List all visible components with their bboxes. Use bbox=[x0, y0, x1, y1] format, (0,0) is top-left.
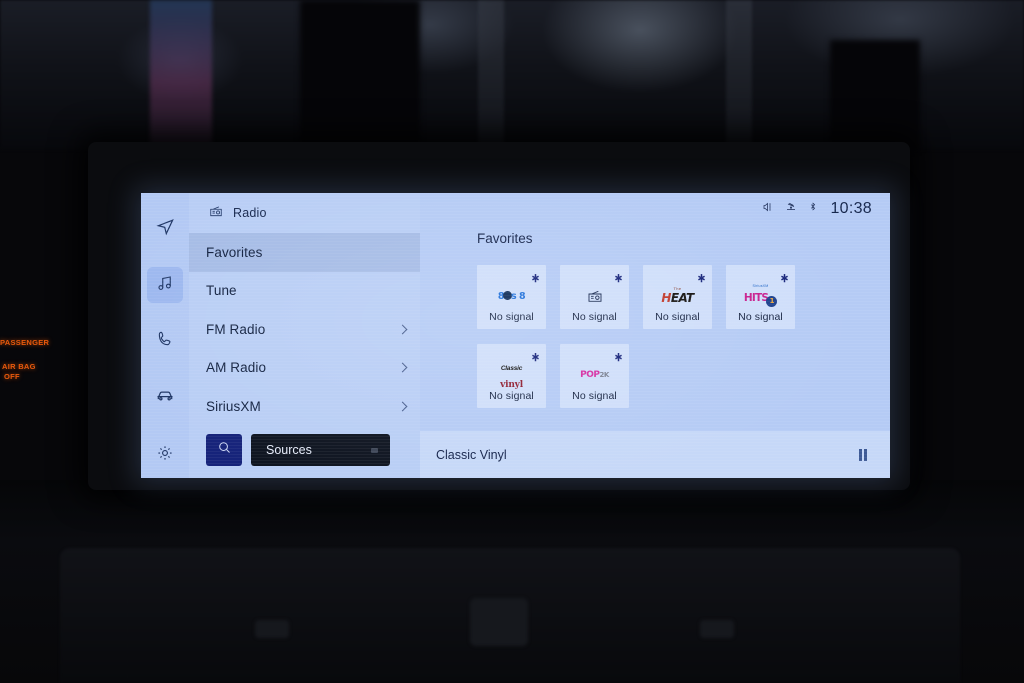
tile-status: No signal bbox=[655, 311, 700, 323]
menu-item-fm-radio[interactable]: FM Radio bbox=[189, 310, 420, 349]
menu-item-favorites[interactable]: Favorites bbox=[189, 233, 420, 272]
background-banner bbox=[150, 0, 212, 150]
favorites-grid[interactable]: 8s 8 No signal No signal The HEAT No sig… bbox=[477, 265, 817, 421]
menu-item-label: AM Radio bbox=[206, 360, 267, 376]
search-icon bbox=[217, 440, 232, 460]
tile-status: No signal bbox=[489, 311, 534, 323]
airbag-line-1: PASSENGER bbox=[0, 338, 50, 347]
sources-button[interactable]: Sources bbox=[251, 434, 390, 466]
tile-status: No signal bbox=[572, 311, 617, 323]
rail-item-settings[interactable] bbox=[147, 437, 183, 473]
mute-icon[interactable] bbox=[762, 200, 774, 218]
now-playing-track: Classic Vinyl bbox=[436, 447, 507, 462]
background-silhouette bbox=[300, 0, 420, 150]
pin-add-icon[interactable] bbox=[614, 349, 623, 362]
console-vent-right bbox=[700, 620, 734, 638]
tile-status: No signal bbox=[738, 311, 783, 323]
phone-icon bbox=[156, 330, 174, 353]
settings-gear-icon bbox=[156, 444, 174, 467]
dashboard-scene: PASSENGER AIR BAG OFF Radio Favorites Tu… bbox=[0, 0, 1024, 683]
vehicle-car-icon bbox=[155, 385, 175, 410]
app-rail[interactable] bbox=[141, 193, 189, 478]
panel-actions[interactable]: Sources bbox=[206, 434, 390, 466]
rail-item-phone[interactable] bbox=[147, 323, 183, 359]
favorite-tile[interactable]: Classic vinyl No signal bbox=[477, 344, 546, 408]
source-menu[interactable]: Favorites Tune FM Radio AM Radio SiriusX… bbox=[189, 233, 420, 426]
station-logo-classic-vinyl: Classic vinyl bbox=[500, 365, 523, 390]
chevron-right-icon bbox=[397, 362, 408, 373]
pin-add-icon[interactable] bbox=[614, 270, 623, 283]
panel-header: Radio bbox=[189, 193, 420, 233]
chevron-right-icon bbox=[397, 401, 408, 412]
pin-add-icon[interactable] bbox=[531, 349, 540, 362]
station-logo-pop-2k: POP2K bbox=[580, 370, 609, 380]
bluetooth-icon bbox=[808, 200, 818, 218]
rail-item-vehicle[interactable] bbox=[147, 379, 183, 415]
tile-status: No signal bbox=[489, 390, 534, 402]
favorite-tile[interactable]: The HEAT No signal bbox=[643, 265, 712, 329]
sources-button-label: Sources bbox=[266, 443, 312, 457]
background-pillar-left bbox=[478, 0, 504, 150]
pin-add-icon[interactable] bbox=[531, 270, 540, 283]
radio-icon bbox=[209, 204, 223, 223]
console-vent-left bbox=[255, 620, 289, 638]
now-playing-bar[interactable]: Classic Vinyl bbox=[420, 431, 890, 478]
menu-item-tune[interactable]: Tune bbox=[189, 272, 420, 311]
menu-item-label: SiriusXM bbox=[206, 398, 261, 414]
pin-add-icon[interactable] bbox=[780, 270, 789, 283]
console-knob bbox=[470, 598, 528, 646]
station-logo-the-heat: The HEAT bbox=[661, 285, 694, 305]
source-list-panel[interactable]: Radio Favorites Tune FM Radio AM Radio S… bbox=[189, 193, 420, 478]
airbag-line-2: AIR BAG bbox=[2, 362, 36, 372]
navigation-icon bbox=[155, 217, 175, 241]
favorite-tile[interactable]: No signal bbox=[560, 265, 629, 329]
satellite-antenna-icon bbox=[784, 200, 798, 218]
pin-add-icon[interactable] bbox=[697, 270, 706, 283]
menu-item-label: Tune bbox=[206, 283, 237, 299]
panel-title: Radio bbox=[233, 206, 267, 220]
station-logo-80s-on-8: 8s 8 bbox=[497, 290, 526, 302]
rail-item-navigation[interactable] bbox=[147, 211, 183, 247]
menu-item-am-radio[interactable]: AM Radio bbox=[189, 349, 420, 388]
background-silhouette-2 bbox=[830, 40, 920, 150]
favorite-tile[interactable]: SiriusXM HITS1 No signal bbox=[726, 265, 795, 329]
search-button[interactable] bbox=[206, 434, 242, 466]
favorite-tile[interactable]: POP2K No signal bbox=[560, 344, 629, 408]
menu-item-label: FM Radio bbox=[206, 321, 266, 337]
status-bar: 10:38 bbox=[420, 193, 890, 225]
rail-item-media[interactable] bbox=[147, 267, 183, 303]
menu-item-siriusxm[interactable]: SiriusXM bbox=[189, 387, 420, 426]
station-logo-generic-radio bbox=[560, 285, 629, 307]
background-pillar-right bbox=[726, 0, 752, 150]
infotainment-screen[interactable]: Radio Favorites Tune FM Radio AM Radio S… bbox=[141, 193, 890, 478]
media-music-icon bbox=[156, 274, 174, 297]
favorites-heading: Favorites bbox=[477, 231, 533, 246]
menu-item-label: Favorites bbox=[206, 244, 263, 260]
sources-indicator-icon bbox=[371, 447, 378, 453]
station-logo-hits-1: SiriusXM HITS1 bbox=[726, 285, 795, 307]
tile-status: No signal bbox=[572, 390, 617, 402]
passenger-airbag-indicator: PASSENGER AIR BAG OFF bbox=[0, 338, 60, 382]
pause-icon[interactable] bbox=[858, 448, 867, 461]
clock-label: 10:38 bbox=[830, 200, 872, 217]
airbag-line-3: OFF bbox=[4, 372, 20, 382]
chevron-right-icon bbox=[397, 324, 408, 335]
favorite-tile[interactable]: 8s 8 No signal bbox=[477, 265, 546, 329]
